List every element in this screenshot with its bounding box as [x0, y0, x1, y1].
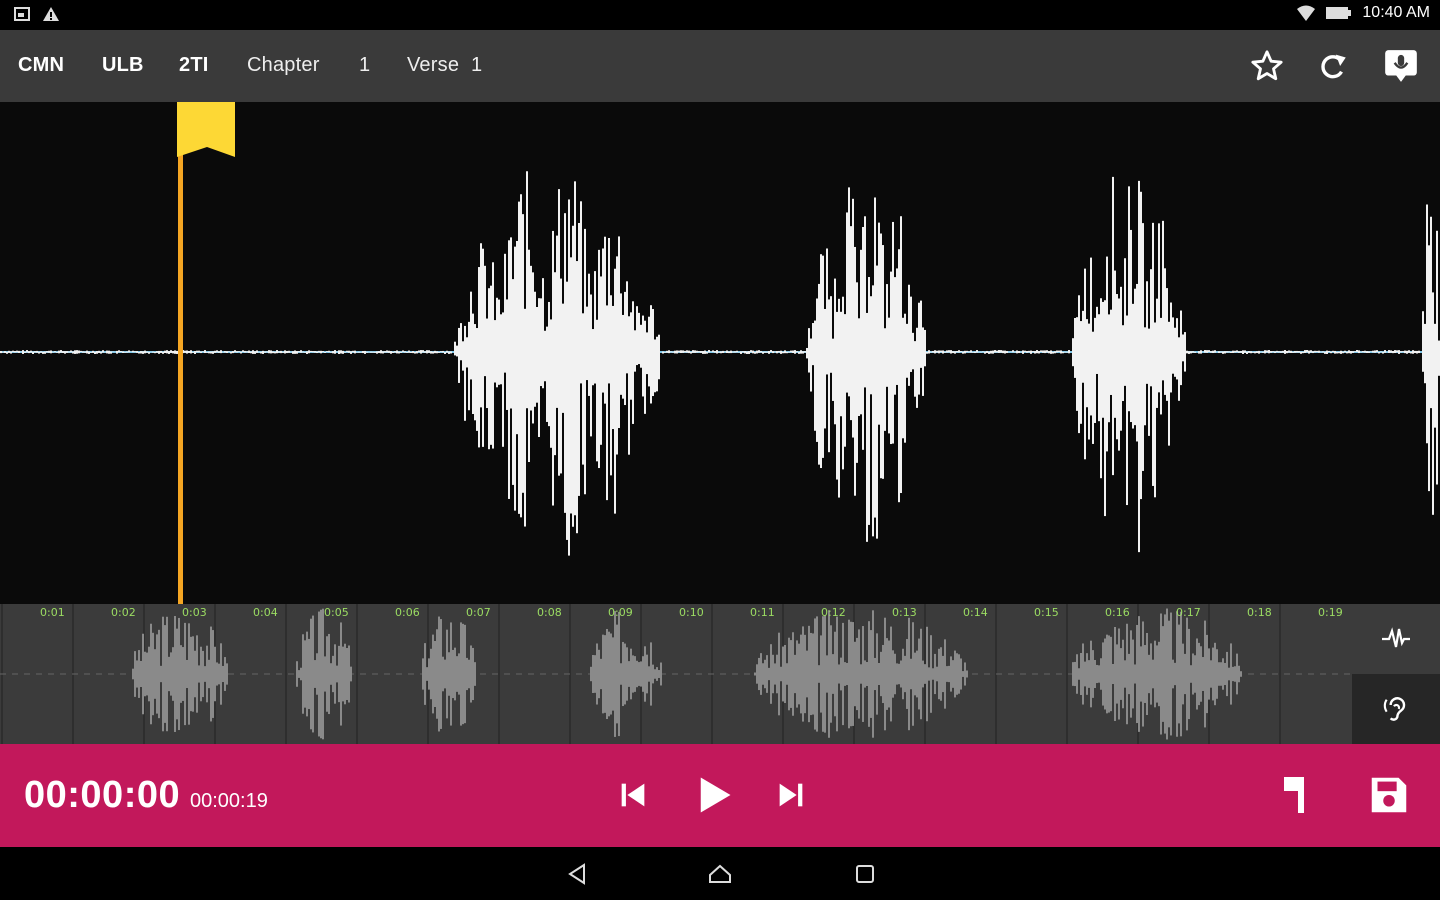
verse-label: Verse [407, 54, 460, 76]
skip-next-icon [779, 783, 803, 807]
waveform-graph [0, 171, 1440, 556]
time-tick: 0:14 [963, 606, 988, 619]
total-time: 00:00:19 [190, 790, 268, 812]
chapter-number[interactable]: 1 [359, 54, 370, 77]
play-icon [700, 777, 731, 813]
screenshot-notification-icon [14, 7, 30, 21]
play-button[interactable] [688, 770, 738, 820]
time-tick: 0:03 [182, 606, 207, 619]
time-tick: 0:19 [1318, 606, 1343, 619]
nav-back-button[interactable] [557, 857, 597, 891]
redo-icon[interactable] [1313, 46, 1353, 86]
version-selector[interactable]: ULB [102, 54, 144, 77]
waveform-peaks [0, 171, 1440, 556]
language-selector[interactable]: CMN [18, 54, 64, 77]
home-icon [709, 864, 731, 883]
status-bar: 10:40 AM [0, 0, 1440, 30]
time-tick: 0:08 [537, 606, 562, 619]
book-selector[interactable]: 2TI [179, 54, 209, 77]
verse-marker-icon [1284, 777, 1304, 813]
playback-bar: 00:00:00 00:00:19 [0, 744, 1440, 847]
listen-button[interactable] [1352, 674, 1440, 744]
top-toolbar: CMN ULB 2TI Chapter 1 Verse 1 [0, 30, 1440, 102]
time-tick: 0:11 [750, 606, 775, 619]
chapter-label: Chapter [247, 54, 320, 76]
insert-recording-icon[interactable] [1381, 46, 1421, 86]
ear-icon [1383, 697, 1406, 721]
time-tick: 0:01 [40, 606, 65, 619]
time-tick: 0:05 [324, 606, 349, 619]
time-tick: 0:13 [892, 606, 917, 619]
battery-icon [1326, 7, 1352, 19]
wifi-icon [1297, 5, 1316, 21]
time-tick: 0:04 [253, 606, 278, 619]
status-left [14, 6, 60, 22]
skip-next-button[interactable] [768, 772, 814, 818]
current-time: 00:00:00 [24, 774, 181, 816]
time-tick: 0:02 [111, 606, 136, 619]
time-tick: 0:15 [1034, 606, 1059, 619]
overview-waveform [0, 604, 1352, 744]
nav-recents-button[interactable] [845, 857, 885, 891]
time-tick: 0:12 [821, 606, 846, 619]
verse-marker-button[interactable] [1272, 772, 1316, 818]
time-tick: 0:09 [608, 606, 633, 619]
time-tick: 0:17 [1176, 606, 1201, 619]
waveform-toggle-button[interactable] [1352, 604, 1440, 674]
time-tick: 0:16 [1105, 606, 1130, 619]
time-tick: 0:10 [679, 606, 704, 619]
start-marker-flag-icon[interactable] [177, 102, 237, 160]
nav-home-button[interactable] [700, 857, 740, 891]
save-button[interactable] [1362, 768, 1416, 822]
time-tick: 0:06 [395, 606, 420, 619]
status-right: 10:40 AM [1296, 4, 1430, 22]
main-waveform[interactable] [0, 102, 1440, 604]
recents-icon [856, 865, 874, 883]
system-nav-bar [0, 847, 1440, 900]
playhead-marker-line[interactable] [178, 102, 183, 604]
time-tick: 0:18 [1247, 606, 1272, 619]
skip-previous-button[interactable] [610, 772, 656, 818]
status-time: 10:40 AM [1362, 4, 1430, 21]
time-tick: 0:07 [466, 606, 491, 619]
verse-number[interactable]: 1 [471, 54, 482, 77]
back-icon [568, 863, 585, 885]
skip-previous-icon [621, 783, 645, 807]
star-icon[interactable] [1247, 46, 1287, 86]
waveform-icon [1382, 627, 1410, 648]
overview-minimap[interactable]: 0:01 0:02 0:03 0:04 0:05 0:06 0:07 0:08 0:09 0:10… [0, 604, 1352, 744]
warning-icon [43, 7, 59, 21]
side-tools [1352, 604, 1440, 744]
save-icon [1371, 777, 1407, 813]
